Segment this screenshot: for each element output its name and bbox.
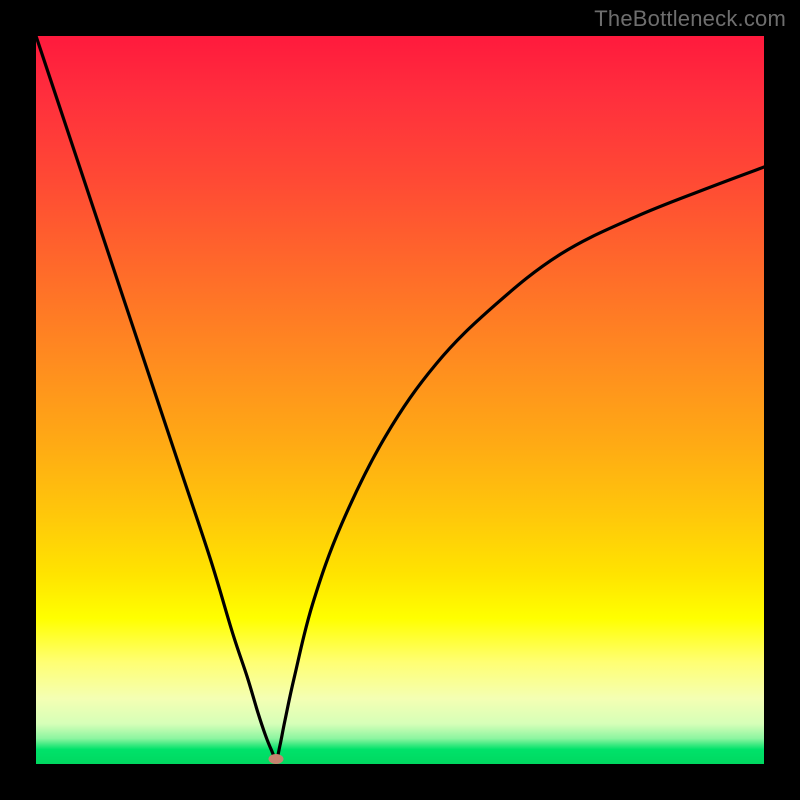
bottleneck-curve [36,36,764,764]
curve-path [36,36,764,759]
chart-frame: TheBottleneck.com [0,0,800,800]
optimum-marker [269,754,284,764]
watermark-text: TheBottleneck.com [594,6,786,32]
plot-area [36,36,764,764]
